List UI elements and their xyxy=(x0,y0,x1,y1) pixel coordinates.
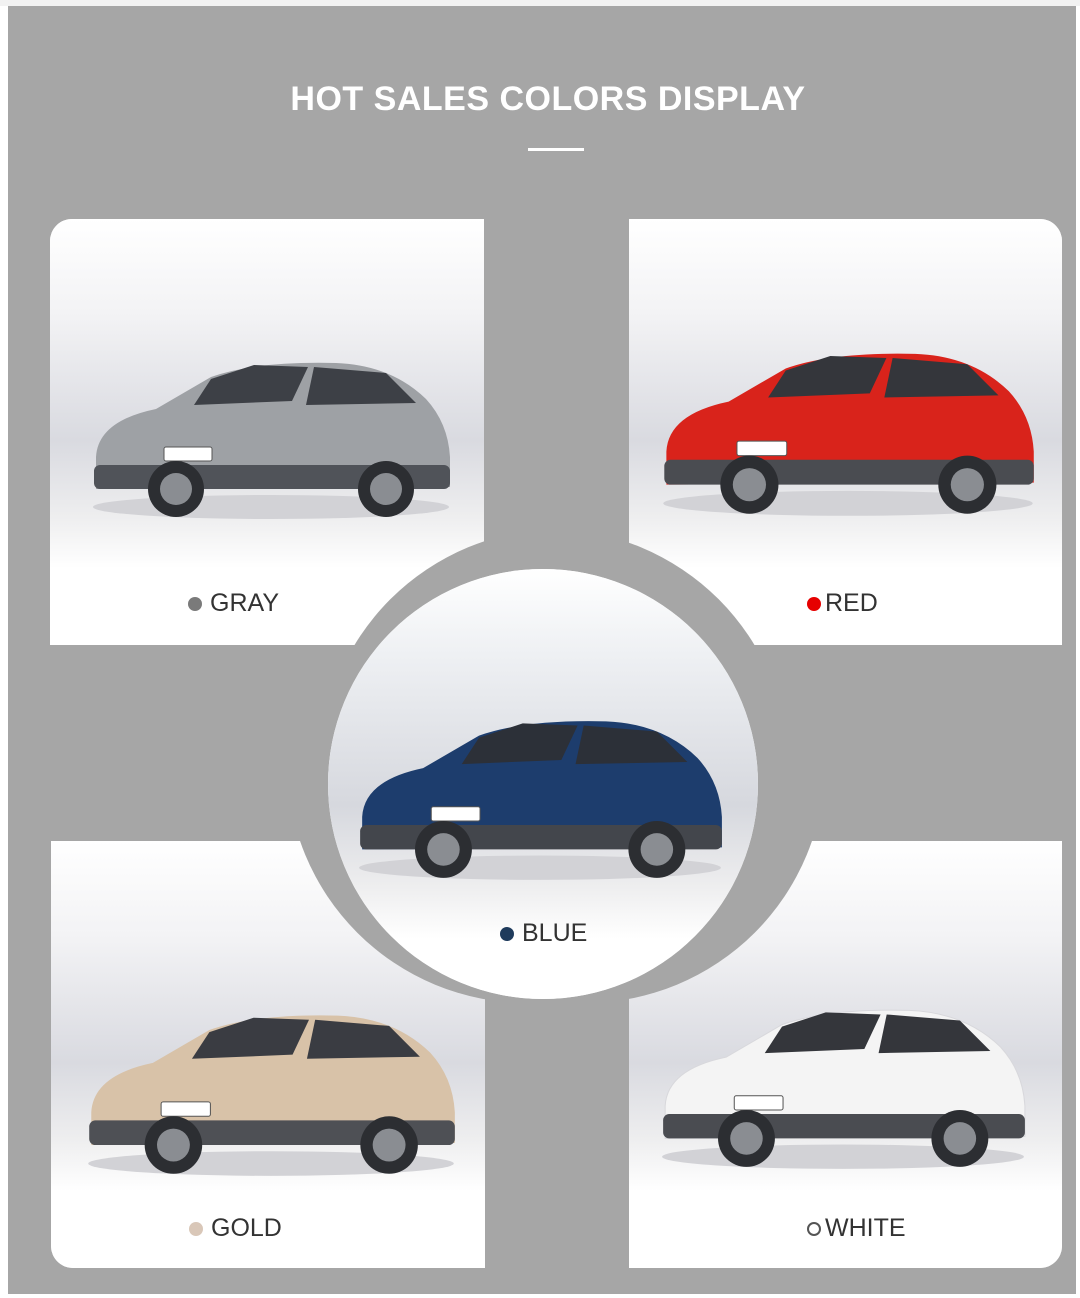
car-gold-body xyxy=(88,1015,455,1176)
title-underline xyxy=(528,148,584,151)
car-icon xyxy=(88,1015,455,1176)
color-name: GOLD xyxy=(211,1214,282,1242)
color-name: GRAY xyxy=(210,589,279,617)
color-card-blue[interactable]: BLUE xyxy=(328,569,758,999)
color-label-gray: GRAY xyxy=(188,589,279,618)
color-dot-icon xyxy=(807,596,821,611)
page-title: HOT SALES COLORS DISPLAY xyxy=(290,80,806,118)
car-icon xyxy=(93,362,450,519)
color-dot-icon xyxy=(500,926,514,941)
car-blue-body xyxy=(359,721,722,880)
car-white-body xyxy=(662,1009,1026,1169)
car-red-body xyxy=(663,353,1034,516)
car-gray-body xyxy=(93,362,450,519)
color-name: WHITE xyxy=(825,1214,906,1242)
car-icon xyxy=(663,353,1034,516)
color-label-white: WHITE xyxy=(807,1214,906,1243)
car-icon xyxy=(359,721,722,880)
color-label-gold: GOLD xyxy=(189,1214,282,1243)
color-dot-icon xyxy=(807,1221,821,1236)
color-dot-icon xyxy=(189,1221,203,1236)
car-icon xyxy=(662,1009,1026,1169)
color-label-blue: BLUE xyxy=(500,919,587,948)
color-name: BLUE xyxy=(522,919,588,947)
color-name: RED xyxy=(825,589,878,617)
colors-display-panel: HOT SALES COLORS DISPLAY GRAY RED GOLD W… xyxy=(8,6,1076,1294)
color-label-red: RED xyxy=(807,589,878,618)
color-dot-icon xyxy=(188,596,202,611)
